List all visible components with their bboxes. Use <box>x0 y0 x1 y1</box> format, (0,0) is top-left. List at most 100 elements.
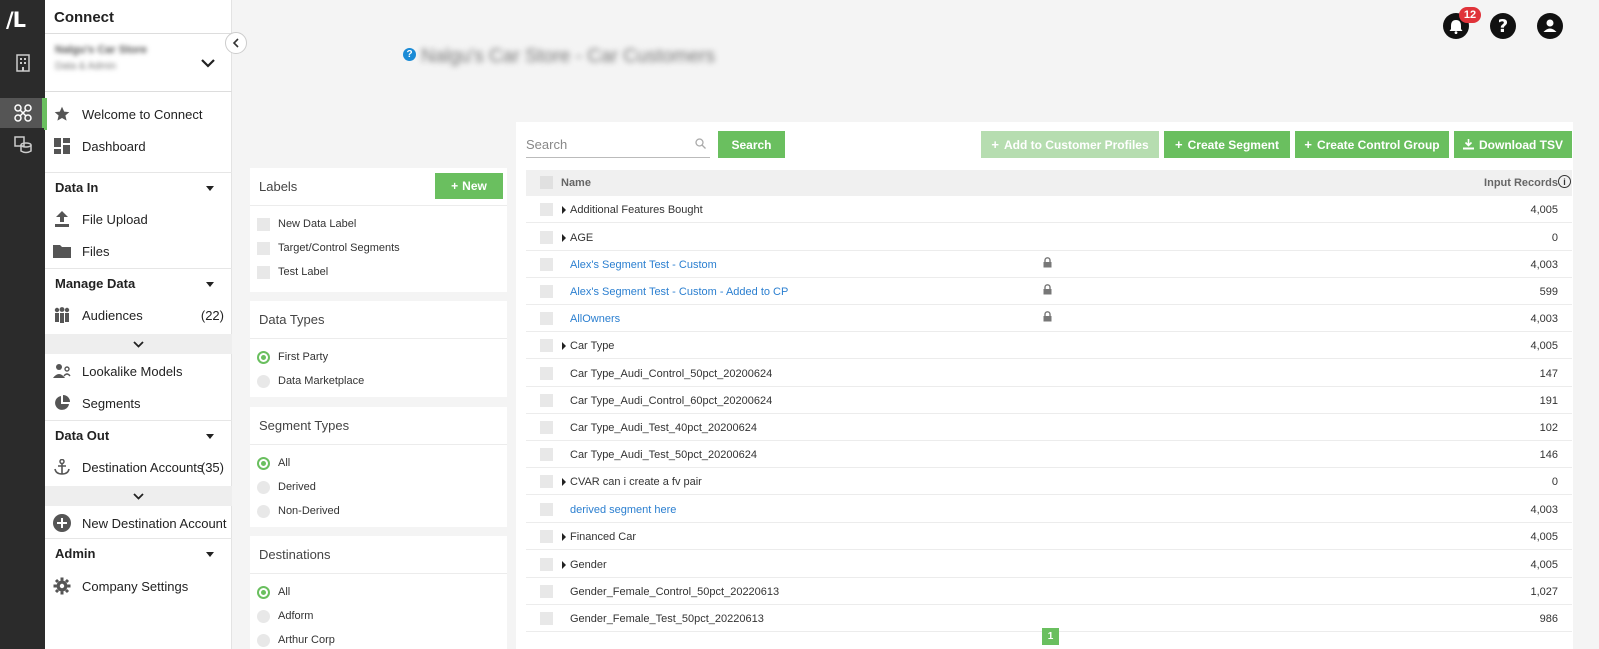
table-row[interactable]: Car Type_Audi_Test_50pct_20200624 146 <box>526 441 1572 468</box>
section-data-out[interactable]: Data Out <box>45 420 232 450</box>
sidebar-item-welcome[interactable]: Welcome to Connect <box>44 98 232 130</box>
row-checkbox[interactable] <box>540 585 553 598</box>
data-type-option[interactable]: Data Marketplace <box>250 369 507 393</box>
download-tsv-button[interactable]: Download TSV <box>1454 131 1572 158</box>
row-checkbox[interactable] <box>540 475 553 488</box>
section-data-in[interactable]: Data In <box>45 172 232 202</box>
table-row[interactable]: Alex's Segment Test - Custom 4,003 <box>526 251 1572 278</box>
sidebar-item-audiences[interactable]: Audiences (22) <box>45 299 232 331</box>
create-segment-button[interactable]: + Create Segment <box>1164 131 1290 158</box>
row-checkbox[interactable] <box>540 558 553 571</box>
sidebar-item-dashboard[interactable]: Dashboard <box>45 130 232 162</box>
segment-type-option[interactable]: Derived <box>250 475 507 499</box>
sidebar-item-files[interactable]: Files <box>45 235 232 267</box>
chevron-down-icon[interactable] <box>201 56 215 71</box>
section-manage-data[interactable]: Manage Data <box>45 268 232 298</box>
search-button[interactable]: Search <box>718 131 785 158</box>
add-to-customer-profiles-button[interactable]: + Add to Customer Profiles <box>981 131 1159 158</box>
segment-name[interactable]: Alex's Segment Test - Custom <box>570 259 717 271</box>
destination-option[interactable]: Adform <box>250 604 507 628</box>
rail-building-icon[interactable] <box>0 48 45 78</box>
table-row[interactable]: Additional Features Bought 4,005 <box>526 196 1572 223</box>
data-type-option[interactable]: First Party <box>250 345 507 369</box>
label-option[interactable]: New Data Label <box>250 212 507 236</box>
radio-button[interactable] <box>257 456 270 470</box>
row-checkbox[interactable] <box>540 312 553 325</box>
user-avatar-icon[interactable] <box>1537 13 1563 39</box>
rail-connect-icon[interactable] <box>0 98 45 128</box>
label-option[interactable]: Target/Control Segments <box>250 236 507 260</box>
info-icon[interactable]: i <box>1558 175 1571 188</box>
select-all-checkbox[interactable] <box>540 176 553 189</box>
radio-button[interactable] <box>257 480 270 494</box>
row-checkbox[interactable] <box>540 448 553 461</box>
expand-destinations-toggle[interactable] <box>45 486 232 506</box>
new-label-button[interactable]: + New <box>435 173 503 199</box>
row-checkbox[interactable] <box>540 285 553 298</box>
collapse-sidebar-button[interactable] <box>225 32 247 54</box>
row-checkbox[interactable] <box>540 231 553 244</box>
segment-type-option[interactable]: All <box>250 451 507 475</box>
expand-arrow-icon[interactable] <box>562 478 566 486</box>
sidebar-item-company-settings[interactable]: Company Settings <box>45 570 232 602</box>
row-checkbox[interactable] <box>540 421 553 434</box>
table-row[interactable]: Alex's Segment Test - Custom - Added to … <box>526 278 1572 305</box>
table-row[interactable]: derived segment here 4,003 <box>526 496 1572 523</box>
table-row[interactable]: AllOwners 4,003 <box>526 305 1572 332</box>
store-switcher[interactable]: Nalgu's Car Store Data & Admin <box>55 44 147 72</box>
table-row[interactable]: CVAR can i create a fv pair 0 <box>526 468 1572 495</box>
row-checkbox[interactable] <box>540 394 553 407</box>
expand-arrow-icon[interactable] <box>562 342 566 350</box>
rail-database-icon[interactable] <box>0 130 45 160</box>
expand-audiences-toggle[interactable] <box>45 334 232 354</box>
row-checkbox[interactable] <box>540 367 553 380</box>
radio-button[interactable] <box>257 350 270 364</box>
radio-button[interactable] <box>257 374 270 388</box>
row-checkbox[interactable] <box>540 530 553 543</box>
column-name[interactable]: Name <box>561 177 591 189</box>
table-row[interactable]: AGE 0 <box>526 224 1572 251</box>
column-input-records[interactable]: Input Records <box>1484 177 1558 189</box>
label-option[interactable]: Test Label <box>250 260 507 284</box>
help-icon[interactable]: ? <box>1490 13 1516 39</box>
radio-button[interactable] <box>257 504 270 518</box>
label-checkbox[interactable] <box>257 241 270 255</box>
sidebar-item-file-upload[interactable]: File Upload <box>45 203 232 235</box>
create-control-group-button[interactable]: + Create Control Group <box>1295 131 1449 158</box>
row-checkbox[interactable] <box>540 503 553 516</box>
page-help-icon[interactable]: ? <box>403 48 416 61</box>
segment-name[interactable]: AllOwners <box>570 313 620 325</box>
sidebar-item-new-destination-account[interactable]: New Destination Account <box>45 507 232 539</box>
row-checkbox[interactable] <box>540 612 553 625</box>
radio-button[interactable] <box>257 633 270 647</box>
expand-arrow-icon[interactable] <box>562 561 566 569</box>
table-row[interactable]: Financed Car 4,005 <box>526 523 1572 550</box>
radio-button[interactable] <box>257 609 270 623</box>
table-row[interactable]: Car Type 4,005 <box>526 332 1572 359</box>
label-checkbox[interactable] <box>257 265 270 279</box>
expand-arrow-icon[interactable] <box>562 533 566 541</box>
table-row[interactable]: Gender 4,005 <box>526 551 1572 578</box>
table-row[interactable]: Gender_Female_Control_50pct_20220613 1,02… <box>526 578 1572 605</box>
search-input[interactable] <box>526 132 686 156</box>
sidebar-item-destination-accounts[interactable]: Destination Accounts (35) <box>45 451 232 483</box>
sidebar-item-lookalike-models[interactable]: Lookalike Models <box>45 355 232 387</box>
table-row[interactable]: Car Type_Audi_Test_40pct_20200624 102 <box>526 414 1572 441</box>
page-button-1[interactable]: 1 <box>1042 628 1059 645</box>
radio-button[interactable] <box>257 585 270 599</box>
row-checkbox[interactable] <box>540 339 553 352</box>
row-checkbox[interactable] <box>540 258 553 271</box>
segment-type-option[interactable]: Non-Derived <box>250 499 507 523</box>
destination-option[interactable]: All <box>250 580 507 604</box>
section-admin[interactable]: Admin <box>45 538 232 568</box>
row-checkbox[interactable] <box>540 203 553 216</box>
expand-arrow-icon[interactable] <box>562 234 566 242</box>
sidebar-item-segments[interactable]: Segments <box>45 387 232 419</box>
table-row[interactable]: Car Type_Audi_Control_50pct_20200624 147 <box>526 360 1572 387</box>
table-row[interactable]: Car Type_Audi_Control_60pct_20200624 191 <box>526 387 1572 414</box>
destination-option[interactable]: Arthur Corp <box>250 628 507 649</box>
segment-name[interactable]: derived segment here <box>570 504 676 516</box>
label-checkbox[interactable] <box>257 217 270 231</box>
expand-arrow-icon[interactable] <box>562 206 566 214</box>
segment-name[interactable]: Alex's Segment Test - Custom - Added to … <box>570 286 788 298</box>
